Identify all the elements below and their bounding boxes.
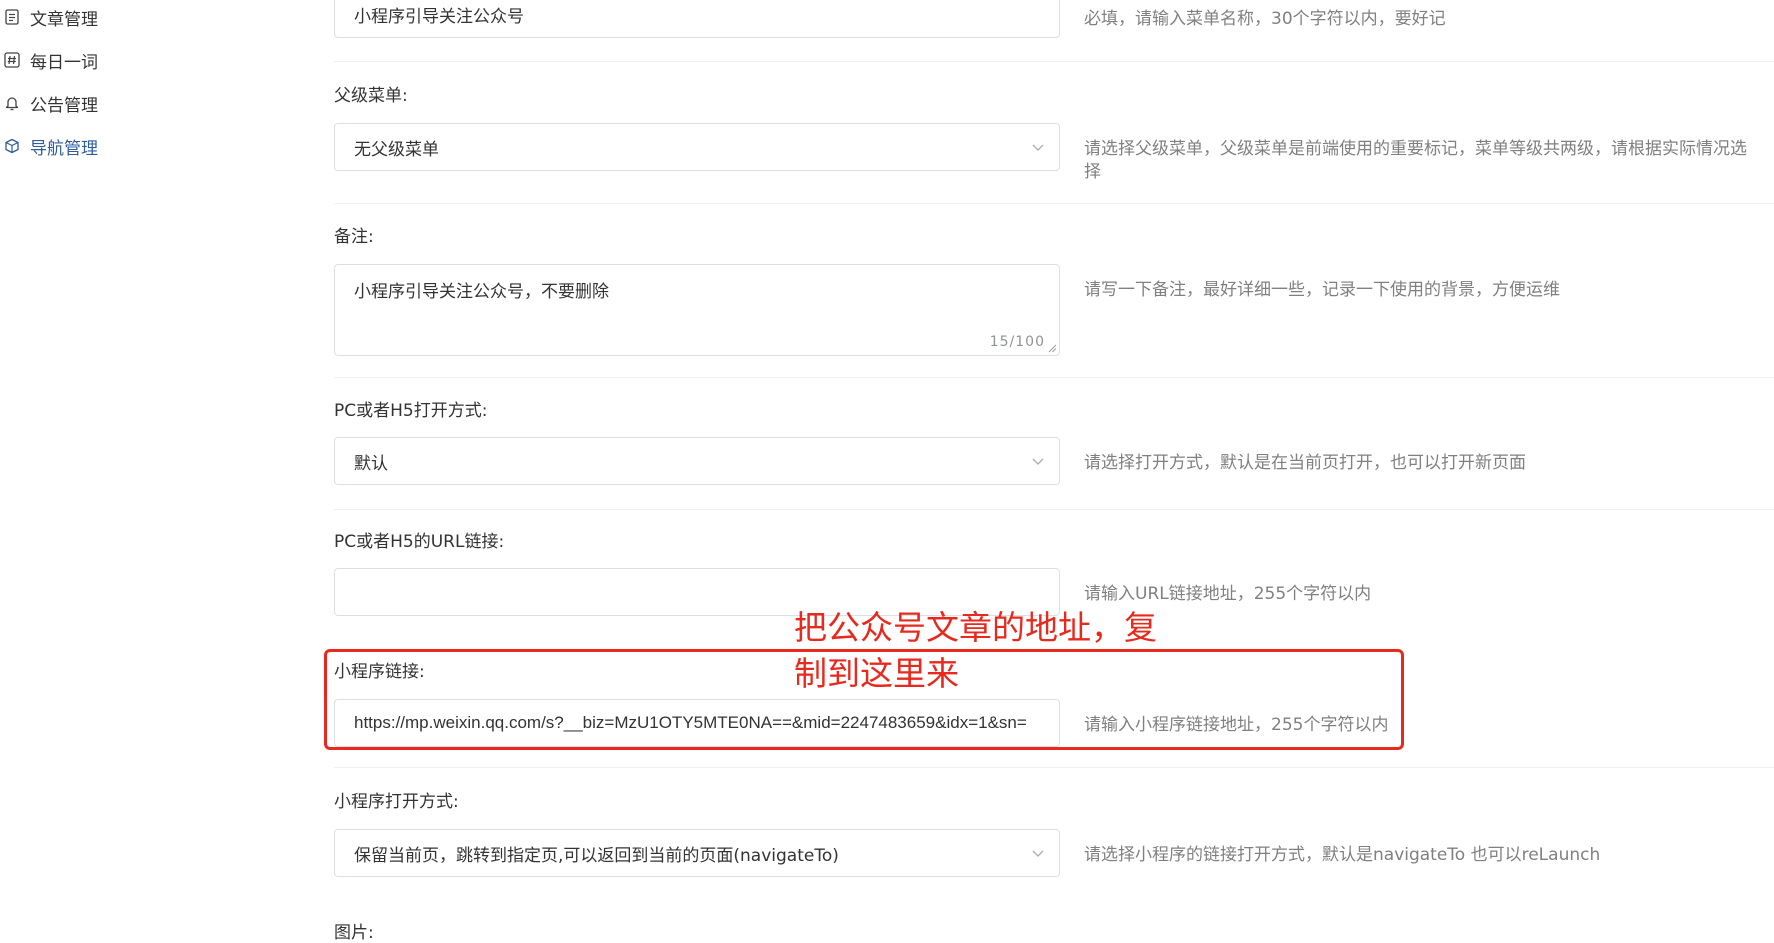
sidebar-item-navigation[interactable]: 导航管理 — [0, 131, 98, 161]
divider — [334, 509, 1774, 510]
char-counter: 15/100 — [989, 334, 1045, 350]
remark-label: 备注: — [334, 227, 374, 247]
menu-name-value: 小程序引导关注公众号 — [354, 6, 524, 27]
bell-icon — [4, 95, 20, 111]
open-mode-value: 默认 — [354, 453, 388, 474]
sidebar-item-label: 每日一词 — [30, 52, 98, 73]
url-link-label: PC或者H5的URL链接: — [334, 532, 505, 552]
mp-open-mode-hint: 请选择小程序的链接打开方式，默认是navigateTo 也可以reLaunch — [1084, 845, 1601, 865]
mp-open-mode-select[interactable]: 保留当前页，跳转到指定页,可以返回到当前的页面(navigateTo) — [334, 829, 1060, 877]
remark-value: 小程序引导关注公众号，不要删除 — [354, 282, 609, 302]
open-mode-hint: 请选择打开方式，默认是在当前页打开，也可以打开新页面 — [1084, 453, 1526, 473]
open-mode-select[interactable]: 默认 — [334, 437, 1060, 485]
sidebar-item-label: 导航管理 — [30, 138, 98, 159]
parent-menu-hint-line2: 择 — [1084, 162, 1101, 182]
menu-name-input[interactable]: 小程序引导关注公众号 — [334, 0, 1060, 38]
image-label: 图片: — [334, 923, 374, 943]
resize-handle-icon[interactable] — [1047, 343, 1057, 353]
parent-menu-hint-line1: 请选择父级菜单，父级菜单是前端使用的重要标记，菜单等级共两级，请根据实际情况选 — [1084, 139, 1747, 159]
remark-hint: 请写一下备注，最好详细一些，记录一下使用的背景，方便运维 — [1084, 280, 1560, 300]
remark-textarea[interactable]: 小程序引导关注公众号，不要删除 15/100 — [334, 264, 1060, 356]
hash-icon — [4, 52, 20, 68]
parent-menu-select[interactable]: 无父级菜单 — [334, 123, 1060, 171]
box-icon — [4, 138, 20, 154]
sidebar: 文章管理 每日一词 公告管理 导航管理 — [0, 0, 245, 943]
divider — [334, 377, 1774, 378]
menu-name-hint: 必填，请输入菜单名称，30个字符以内，要好记 — [1084, 9, 1446, 29]
sidebar-item-label: 文章管理 — [30, 9, 98, 30]
sidebar-item-daily-word[interactable]: 每日一词 — [0, 45, 98, 75]
sidebar-item-label: 公告管理 — [30, 95, 98, 116]
mp-open-mode-value: 保留当前页，跳转到指定页,可以返回到当前的页面(navigateTo) — [354, 845, 839, 866]
parent-menu-value: 无父级菜单 — [354, 139, 439, 160]
divider — [334, 61, 1774, 62]
document-icon — [4, 9, 20, 25]
open-mode-label: PC或者H5打开方式: — [334, 401, 488, 421]
mp-open-mode-label: 小程序打开方式: — [334, 792, 459, 812]
chevron-down-icon — [1032, 850, 1044, 857]
chevron-down-icon — [1032, 144, 1044, 151]
annotation-text: 把公众号文章的地址，复制到这里来 — [794, 608, 1157, 693]
sidebar-item-articles[interactable]: 文章管理 — [0, 2, 98, 32]
sidebar-item-announcements[interactable]: 公告管理 — [0, 88, 98, 118]
chevron-down-icon — [1032, 458, 1044, 465]
divider — [334, 767, 1774, 768]
divider — [334, 203, 1774, 204]
url-link-hint: 请输入URL链接地址，255个字符以内 — [1084, 584, 1372, 604]
parent-menu-label: 父级菜单: — [334, 86, 408, 106]
